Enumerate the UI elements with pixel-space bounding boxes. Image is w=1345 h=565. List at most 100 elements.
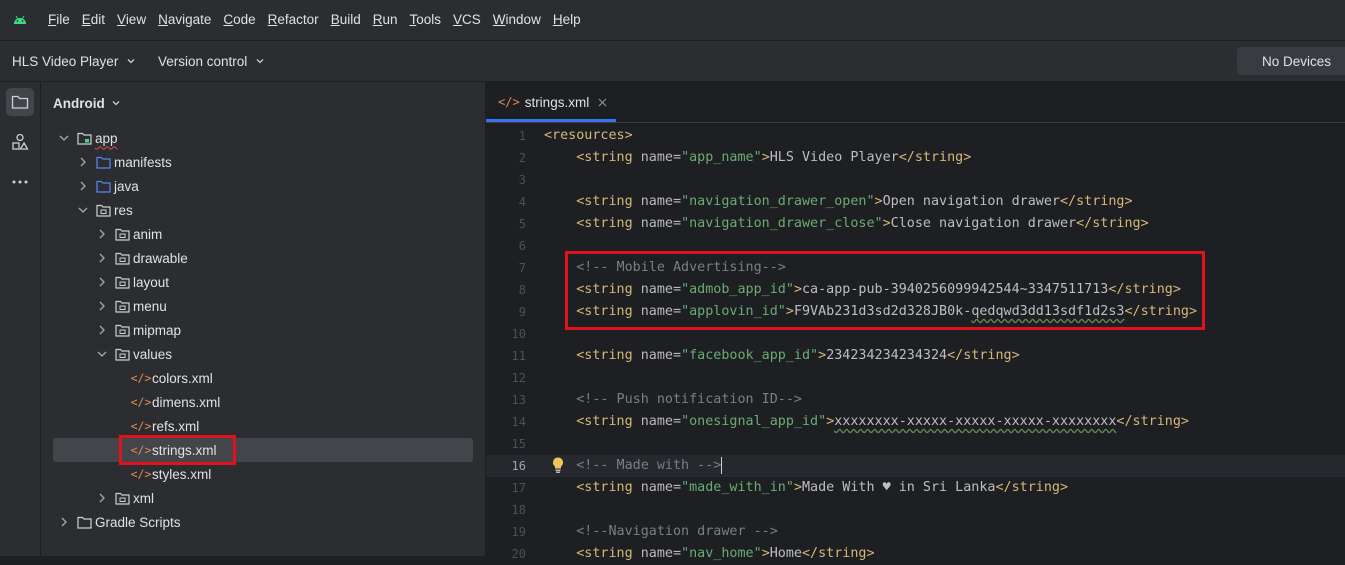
tree-item-colors-xml[interactable]: </> colors.xml xyxy=(41,366,485,390)
annotation-box-strings-file xyxy=(119,435,236,465)
project-tool-button[interactable] xyxy=(6,88,34,116)
module-icon xyxy=(76,130,92,146)
code-line: <string name="nav_home">Home</string> xyxy=(544,543,874,565)
menu-edit[interactable]: Edit xyxy=(76,8,111,32)
code-token: Open navigation drawer xyxy=(882,194,1060,209)
tab-strings-xml[interactable]: </> strings.xml xyxy=(486,82,616,122)
device-selector[interactable]: No Devices xyxy=(1237,47,1345,75)
chevron-right-icon[interactable] xyxy=(77,180,89,192)
chevron-right-icon[interactable] xyxy=(96,300,108,312)
line-number: 2 xyxy=(518,151,526,165)
code-line: <string name="onesignal_app_id">xxxxxxxx… xyxy=(544,411,1189,433)
tree-item-gradle-scripts[interactable]: Gradle Scripts xyxy=(41,510,485,534)
code-token: </string> xyxy=(898,150,972,165)
chevron-right-icon[interactable] xyxy=(96,252,108,264)
menu-code[interactable]: Code xyxy=(217,8,261,32)
tree-item-app[interactable]: app xyxy=(41,126,485,150)
menu-refactor[interactable]: Refactor xyxy=(262,8,325,32)
close-icon[interactable] xyxy=(598,98,607,107)
tree-item-menu[interactable]: menu xyxy=(41,294,485,318)
menu-vcs[interactable]: VCS xyxy=(447,8,487,32)
menu-window[interactable]: Window xyxy=(487,8,547,32)
code-token: Close navigation drawer xyxy=(890,216,1077,231)
tree-item-res[interactable]: res xyxy=(41,198,485,222)
tree-item-xml[interactable]: xml xyxy=(41,486,485,510)
code-line: <resources> xyxy=(544,125,633,147)
line-number: 14 xyxy=(511,415,526,429)
tree-item-dimens-xml[interactable]: </> dimens.xml xyxy=(41,390,485,414)
tool-window-strip xyxy=(0,82,41,556)
chevron-right-icon[interactable] xyxy=(96,276,108,288)
more-horizontal-icon xyxy=(12,180,28,184)
intention-bulb-icon[interactable] xyxy=(551,456,565,474)
chevron-down-icon[interactable] xyxy=(58,132,70,144)
menu-bar: File Edit View Navigate Code Refactor Build Run… xyxy=(0,0,1345,41)
tab-label: strings.xml xyxy=(524,94,590,110)
res-folder-icon xyxy=(114,298,130,314)
tree-item-java[interactable]: java xyxy=(41,174,485,198)
code-token: name= xyxy=(640,194,682,209)
xml-file-icon: </> xyxy=(130,371,152,385)
menu-help[interactable]: Help xyxy=(547,8,587,32)
chevron-right-icon[interactable] xyxy=(58,516,70,528)
project-selector[interactable]: HLS Video Player xyxy=(12,41,136,81)
tree-item-mipmap[interactable]: mipmap xyxy=(41,318,485,342)
chevron-right-icon[interactable] xyxy=(77,156,89,168)
menu-tools[interactable]: Tools xyxy=(404,8,448,32)
tree-item-refs-xml[interactable]: </> refs.xml xyxy=(41,414,485,438)
tree-item-layout[interactable]: layout xyxy=(41,270,485,294)
code-token: <string xyxy=(544,414,641,429)
tree-item-label: drawable xyxy=(133,250,188,266)
tree-item-label: layout xyxy=(133,274,170,290)
tree-item-label: values xyxy=(133,346,173,362)
more-tools-button[interactable] xyxy=(6,168,34,196)
chevron-right-icon[interactable] xyxy=(96,492,108,504)
chevron-right-icon[interactable] xyxy=(96,324,108,336)
code-token: "navigation_drawer_close" xyxy=(681,216,883,231)
version-control-selector[interactable]: Version control xyxy=(158,41,265,81)
code-token: <string xyxy=(544,546,641,561)
code-token: 234234234234324 xyxy=(826,348,948,363)
line-number: 13 xyxy=(511,393,526,407)
res-folder-icon xyxy=(114,490,130,506)
annotation-box-ad-ids xyxy=(565,251,1205,330)
menu-navigate[interactable]: Navigate xyxy=(152,8,217,32)
chevron-down-icon[interactable] xyxy=(96,348,108,360)
tree-item-label: anim xyxy=(133,226,163,242)
code-token: <string xyxy=(544,216,641,231)
active-tab-indicator xyxy=(486,119,616,122)
res-folder-icon xyxy=(114,274,130,290)
project-view-selector[interactable]: Android xyxy=(53,92,121,114)
xml-file-icon: </> xyxy=(130,467,152,481)
tree-item-drawable[interactable]: drawable xyxy=(41,246,485,270)
code-token: > xyxy=(761,150,770,165)
code-token: HLS Video Player xyxy=(769,150,899,165)
tree-item-values[interactable]: values xyxy=(41,342,485,366)
folder-icon xyxy=(11,95,29,109)
tree-item-anim[interactable]: anim xyxy=(41,222,485,246)
chevron-right-icon[interactable] xyxy=(96,228,108,240)
code-token: name= xyxy=(640,480,682,495)
code-token: </string> xyxy=(1076,216,1149,231)
line-number: 15 xyxy=(511,437,526,451)
resource-manager-button[interactable] xyxy=(6,128,34,156)
tree-item-strings-xml[interactable]: </> strings.xml xyxy=(41,438,485,462)
code-editor: </> strings.xml 1 2 3 4 5 6 7 8 9 10 11 12 13 14 15 16 1… xyxy=(486,82,1345,561)
menu-run[interactable]: Run xyxy=(367,8,404,32)
code-token: > xyxy=(818,348,827,363)
line-number: 18 xyxy=(511,503,526,517)
chevron-down-icon[interactable] xyxy=(77,204,89,216)
menu-view[interactable]: View xyxy=(111,8,152,32)
line-number: 7 xyxy=(518,261,526,275)
tree-item-label: manifests xyxy=(114,154,172,170)
tree-item-label: xml xyxy=(133,490,154,506)
tree-item-manifests[interactable]: manifests xyxy=(41,150,485,174)
tree-item-styles-xml[interactable]: </> styles.xml xyxy=(41,462,485,486)
menu-file[interactable]: File xyxy=(42,8,76,32)
menu-build[interactable]: Build xyxy=(325,8,367,32)
code-token: name= xyxy=(640,150,682,165)
code-token: <!-- Made with --> xyxy=(544,458,722,473)
line-number: 19 xyxy=(511,525,526,539)
text-caret xyxy=(721,456,723,474)
code-token: name= xyxy=(640,348,682,363)
